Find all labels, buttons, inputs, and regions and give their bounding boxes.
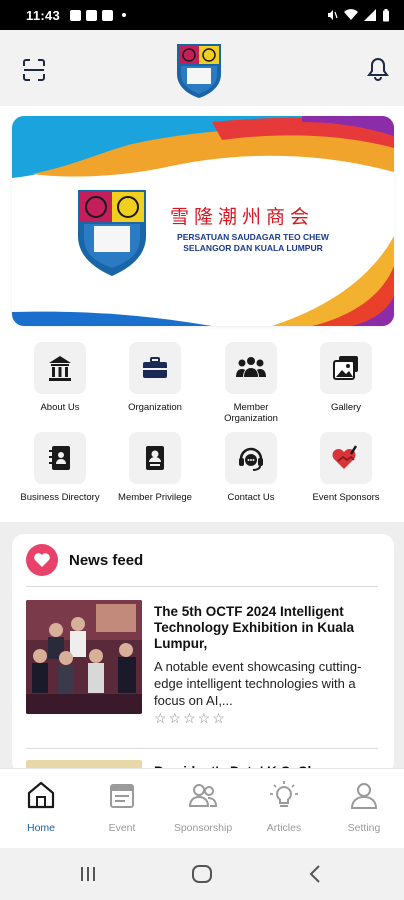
feature-menu-grid: About Us Organization Member Organizatio… [0, 340, 404, 520]
menu-icon-box [225, 342, 277, 394]
nav-label: Home [26, 822, 55, 834]
news-excerpt: A notable event showcasing cutting-edge … [154, 659, 362, 708]
headset-icon [239, 447, 263, 471]
handshake-heart-icon [332, 445, 358, 469]
status-bar: 11:43 [0, 0, 404, 30]
association-logo [177, 44, 221, 98]
divider [26, 748, 378, 749]
menu-icon-box [225, 432, 277, 484]
group-icon [236, 357, 266, 377]
association-english-line2: SELANGOR DAN KUALA LUMPUR [183, 243, 323, 253]
nav-label: Setting [347, 822, 381, 834]
association-english-name: PERSATUAN SAUDAGAR TEO CHEW SELANGOR DAN… [168, 232, 338, 254]
menu-about-us[interactable]: About Us [12, 342, 108, 413]
menu-label: Business Directory [20, 492, 100, 503]
nav-label: Articles [266, 822, 302, 834]
menu-label: Gallery [330, 402, 362, 413]
scan-icon[interactable] [22, 58, 46, 82]
articles-icon [270, 781, 298, 807]
system-status-icons [326, 8, 390, 22]
more-notifications-icon [122, 13, 127, 17]
menu-member-organization[interactable]: Member Organization [203, 342, 299, 424]
bell-icon[interactable] [366, 56, 390, 82]
nav-label: Event [108, 822, 136, 834]
menu-icon-box [320, 432, 372, 484]
building-icon [49, 356, 71, 381]
nav-setting[interactable]: Setting [324, 779, 404, 834]
recent-apps-icon[interactable] [76, 862, 100, 886]
news-feed-title: News feed [69, 552, 144, 569]
facebook-icon [86, 9, 98, 21]
notification-icons [70, 9, 127, 21]
menu-icon-box [129, 342, 181, 394]
menu-icon-box [129, 432, 181, 484]
menu-icon-box [34, 432, 86, 484]
nav-event[interactable]: Event [82, 779, 162, 834]
menu-label: Event Sponsors [312, 492, 380, 503]
home-icon [27, 781, 55, 809]
event-icon [110, 784, 134, 808]
menu-icon-box [34, 342, 86, 394]
back-icon[interactable] [304, 862, 328, 886]
home-button-icon[interactable] [190, 862, 214, 886]
news-thumbnail [26, 600, 142, 714]
hero-banner[interactable]: 雪隆潮州商会 PERSATUAN SAUDAGAR TEO CHEW SELAN… [12, 116, 394, 326]
nav-articles[interactable]: Articles [244, 779, 324, 834]
menu-business-directory[interactable]: Business Directory [12, 432, 108, 503]
banner-logo [78, 190, 146, 276]
divider [26, 586, 378, 587]
menu-label: Contact Us [227, 492, 275, 503]
menu-icon-box [320, 342, 372, 394]
briefcase-icon [143, 357, 167, 378]
menu-event-sponsors[interactable]: Event Sponsors [298, 432, 394, 503]
menu-organization[interactable]: Organization [107, 342, 203, 413]
heart-icon [26, 544, 58, 576]
nav-sponsorship[interactable]: Sponsorship [163, 779, 243, 834]
gallery-icon [333, 356, 358, 380]
menu-contact-us[interactable]: Contact Us [203, 432, 299, 503]
mute-icon [328, 10, 338, 20]
menu-label: Organization [128, 402, 182, 413]
menu-label: About Us [40, 402, 80, 413]
association-english-line1: PERSATUAN SAUDAGAR TEO CHEW [177, 232, 329, 242]
signal-icon [364, 9, 376, 21]
directory-icon [49, 446, 70, 470]
sponsorship-icon [188, 784, 218, 807]
wifi-icon [344, 9, 358, 20]
nav-label: Sponsorship [173, 822, 233, 834]
facebook-icon [102, 9, 114, 21]
badge-icon [146, 446, 164, 470]
rating-stars[interactable]: ☆☆☆☆☆ [154, 710, 227, 727]
news-item[interactable]: The 5th OCTF 2024 Intelligent Technology… [26, 600, 382, 740]
app-header [0, 30, 404, 106]
nav-home[interactable]: Home [1, 779, 81, 834]
menu-gallery[interactable]: Gallery [298, 342, 394, 413]
bottom-navigation: Home Event Sponsorship Articles Setting [0, 768, 404, 848]
menu-member-privilege[interactable]: Member Privilege [107, 432, 203, 503]
status-time: 11:43 [26, 7, 61, 23]
system-navigation-bar [0, 848, 404, 900]
menu-label: Member Privilege [118, 492, 192, 503]
news-title: The 5th OCTF 2024 Intelligent Technology… [154, 604, 355, 651]
menu-label: Member Organization [224, 402, 278, 424]
notification-icon [70, 9, 82, 21]
news-feed-card: News feed The 5th OCTF 2024 Intelligent … [12, 534, 394, 774]
news-feed-section: News feed The 5th OCTF 2024 Intelligent … [0, 522, 404, 774]
association-chinese-name: 雪隆潮州商会 [170, 206, 315, 228]
battery-icon [383, 8, 389, 21]
user-icon [350, 783, 378, 809]
